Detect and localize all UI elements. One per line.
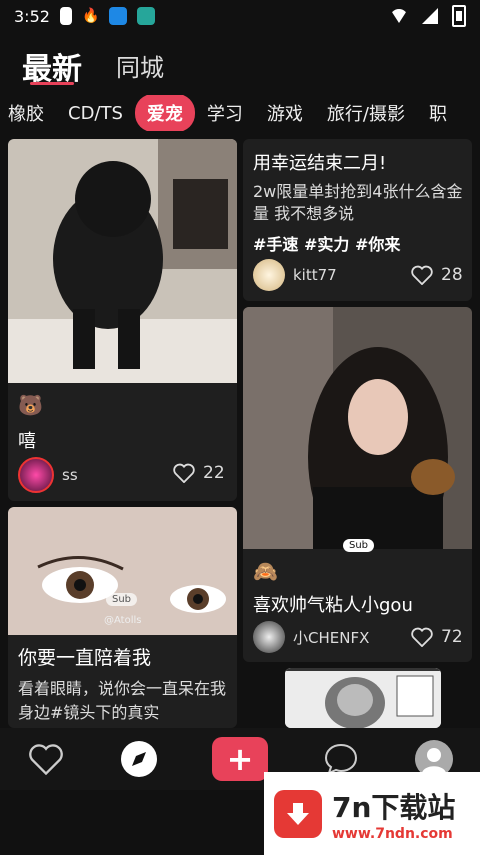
post-card-preview[interactable]	[285, 668, 441, 728]
author-name: kitt77	[293, 266, 337, 284]
status-right	[390, 5, 466, 27]
post-desc: 看着眼睛，说你会一直呆在我身边#镜头下的真实	[18, 679, 227, 722]
chat-bubble-icon	[324, 743, 357, 775]
post-emoji: 🐻	[18, 393, 43, 417]
sub-badge: Sub	[106, 593, 138, 606]
post-card[interactable]: Sub 🙈 喜欢帅气粘人小gou 小CHENFX 72	[243, 307, 472, 662]
post-title: 用幸运结束二月!	[253, 153, 387, 174]
category-item[interactable]: 橡胶	[0, 95, 56, 131]
post-author[interactable]: ss	[18, 457, 78, 493]
status-bar: 3:52 🔥	[0, 0, 480, 32]
watermark-title: 7n下载站	[332, 790, 456, 824]
sub-badge: Sub	[343, 539, 375, 552]
site-watermark: 7n下载站 www.7ndn.com	[264, 772, 480, 855]
post-author[interactable]: 小CHENFX	[253, 621, 369, 653]
post-photo-dog	[8, 139, 237, 383]
status-time: 3:52	[14, 6, 50, 26]
like-count: 72	[441, 627, 463, 647]
category-item[interactable]: 职	[417, 95, 459, 131]
tab-latest-indicator	[30, 82, 74, 85]
heart-icon	[29, 744, 64, 775]
app-notification-icon	[137, 7, 156, 25]
wifi-icon	[390, 9, 408, 23]
post-title: 喜欢帅气粘人小gou	[253, 595, 413, 616]
status-left: 3:52 🔥	[14, 6, 156, 26]
post-card[interactable]: 用幸运结束二月! 2w限量单封抢到4张什么含金量 我不想多说 #手速 #实力 #…	[243, 139, 472, 301]
signal-icon	[422, 8, 438, 24]
post-photo-comic	[285, 668, 441, 728]
sim-icon	[59, 7, 72, 25]
category-item[interactable]: 旅行/摄影	[315, 95, 417, 131]
download-app-icon	[109, 7, 128, 25]
like-count: 28	[441, 265, 463, 285]
post-title: 嘻	[18, 431, 36, 452]
heart-icon	[411, 265, 433, 285]
author-name: 小CHENFX	[293, 628, 370, 647]
heart-icon	[411, 627, 433, 647]
post-tags[interactable]: #手速 #实力 #你来	[253, 231, 400, 255]
post-desc: 2w限量单封抢到4张什么含金量 我不想多说	[253, 182, 463, 223]
post-photo-portrait	[243, 307, 472, 549]
post-title: 你要一直陪着我	[18, 647, 152, 669]
compass-icon	[121, 741, 158, 777]
nav-favorites[interactable]	[26, 739, 66, 779]
author-name: ss	[62, 466, 78, 484]
like-count: 22	[203, 463, 225, 483]
category-item[interactable]: CD/TS	[56, 97, 135, 130]
author-avatar[interactable]	[253, 259, 285, 291]
watermark-url: www.7ndn.com	[332, 825, 453, 842]
tab-city[interactable]: 同城	[116, 48, 164, 83]
post-emoji: 🙈	[253, 559, 278, 583]
author-avatar[interactable]	[18, 457, 54, 493]
create-post-button[interactable]: +	[211, 737, 268, 781]
author-avatar[interactable]	[253, 621, 285, 653]
category-item-active[interactable]: 爱宠	[134, 95, 195, 131]
category-item[interactable]: 游戏	[255, 95, 315, 131]
photo-watermark: @Atolls	[104, 615, 142, 626]
download-icon	[274, 789, 322, 838]
like-button[interactable]: 22	[173, 463, 225, 483]
heart-icon	[173, 463, 195, 483]
post-card[interactable]: Sub @Atolls 你要一直陪着我 看着眼睛，说你会一直呆在我身边#镜头下的…	[8, 507, 237, 728]
battery-icon	[452, 5, 466, 27]
category-item[interactable]: 学习	[195, 95, 255, 131]
feed-header: 最新 同城	[0, 42, 480, 90]
like-button[interactable]: 72	[411, 627, 463, 647]
nav-discover[interactable]	[119, 739, 159, 779]
watermark-text: 7n下载站 www.7ndn.com	[332, 786, 455, 842]
category-bar: 橡胶 CD/TS 爱宠 学习 游戏 旅行/摄影 职	[0, 95, 480, 131]
like-button[interactable]: 28	[411, 265, 463, 285]
post-author[interactable]: kitt77	[253, 259, 337, 291]
post-card[interactable]: 🐻 嘻 ss 22	[8, 139, 237, 501]
flame-icon: 🔥	[81, 8, 100, 24]
